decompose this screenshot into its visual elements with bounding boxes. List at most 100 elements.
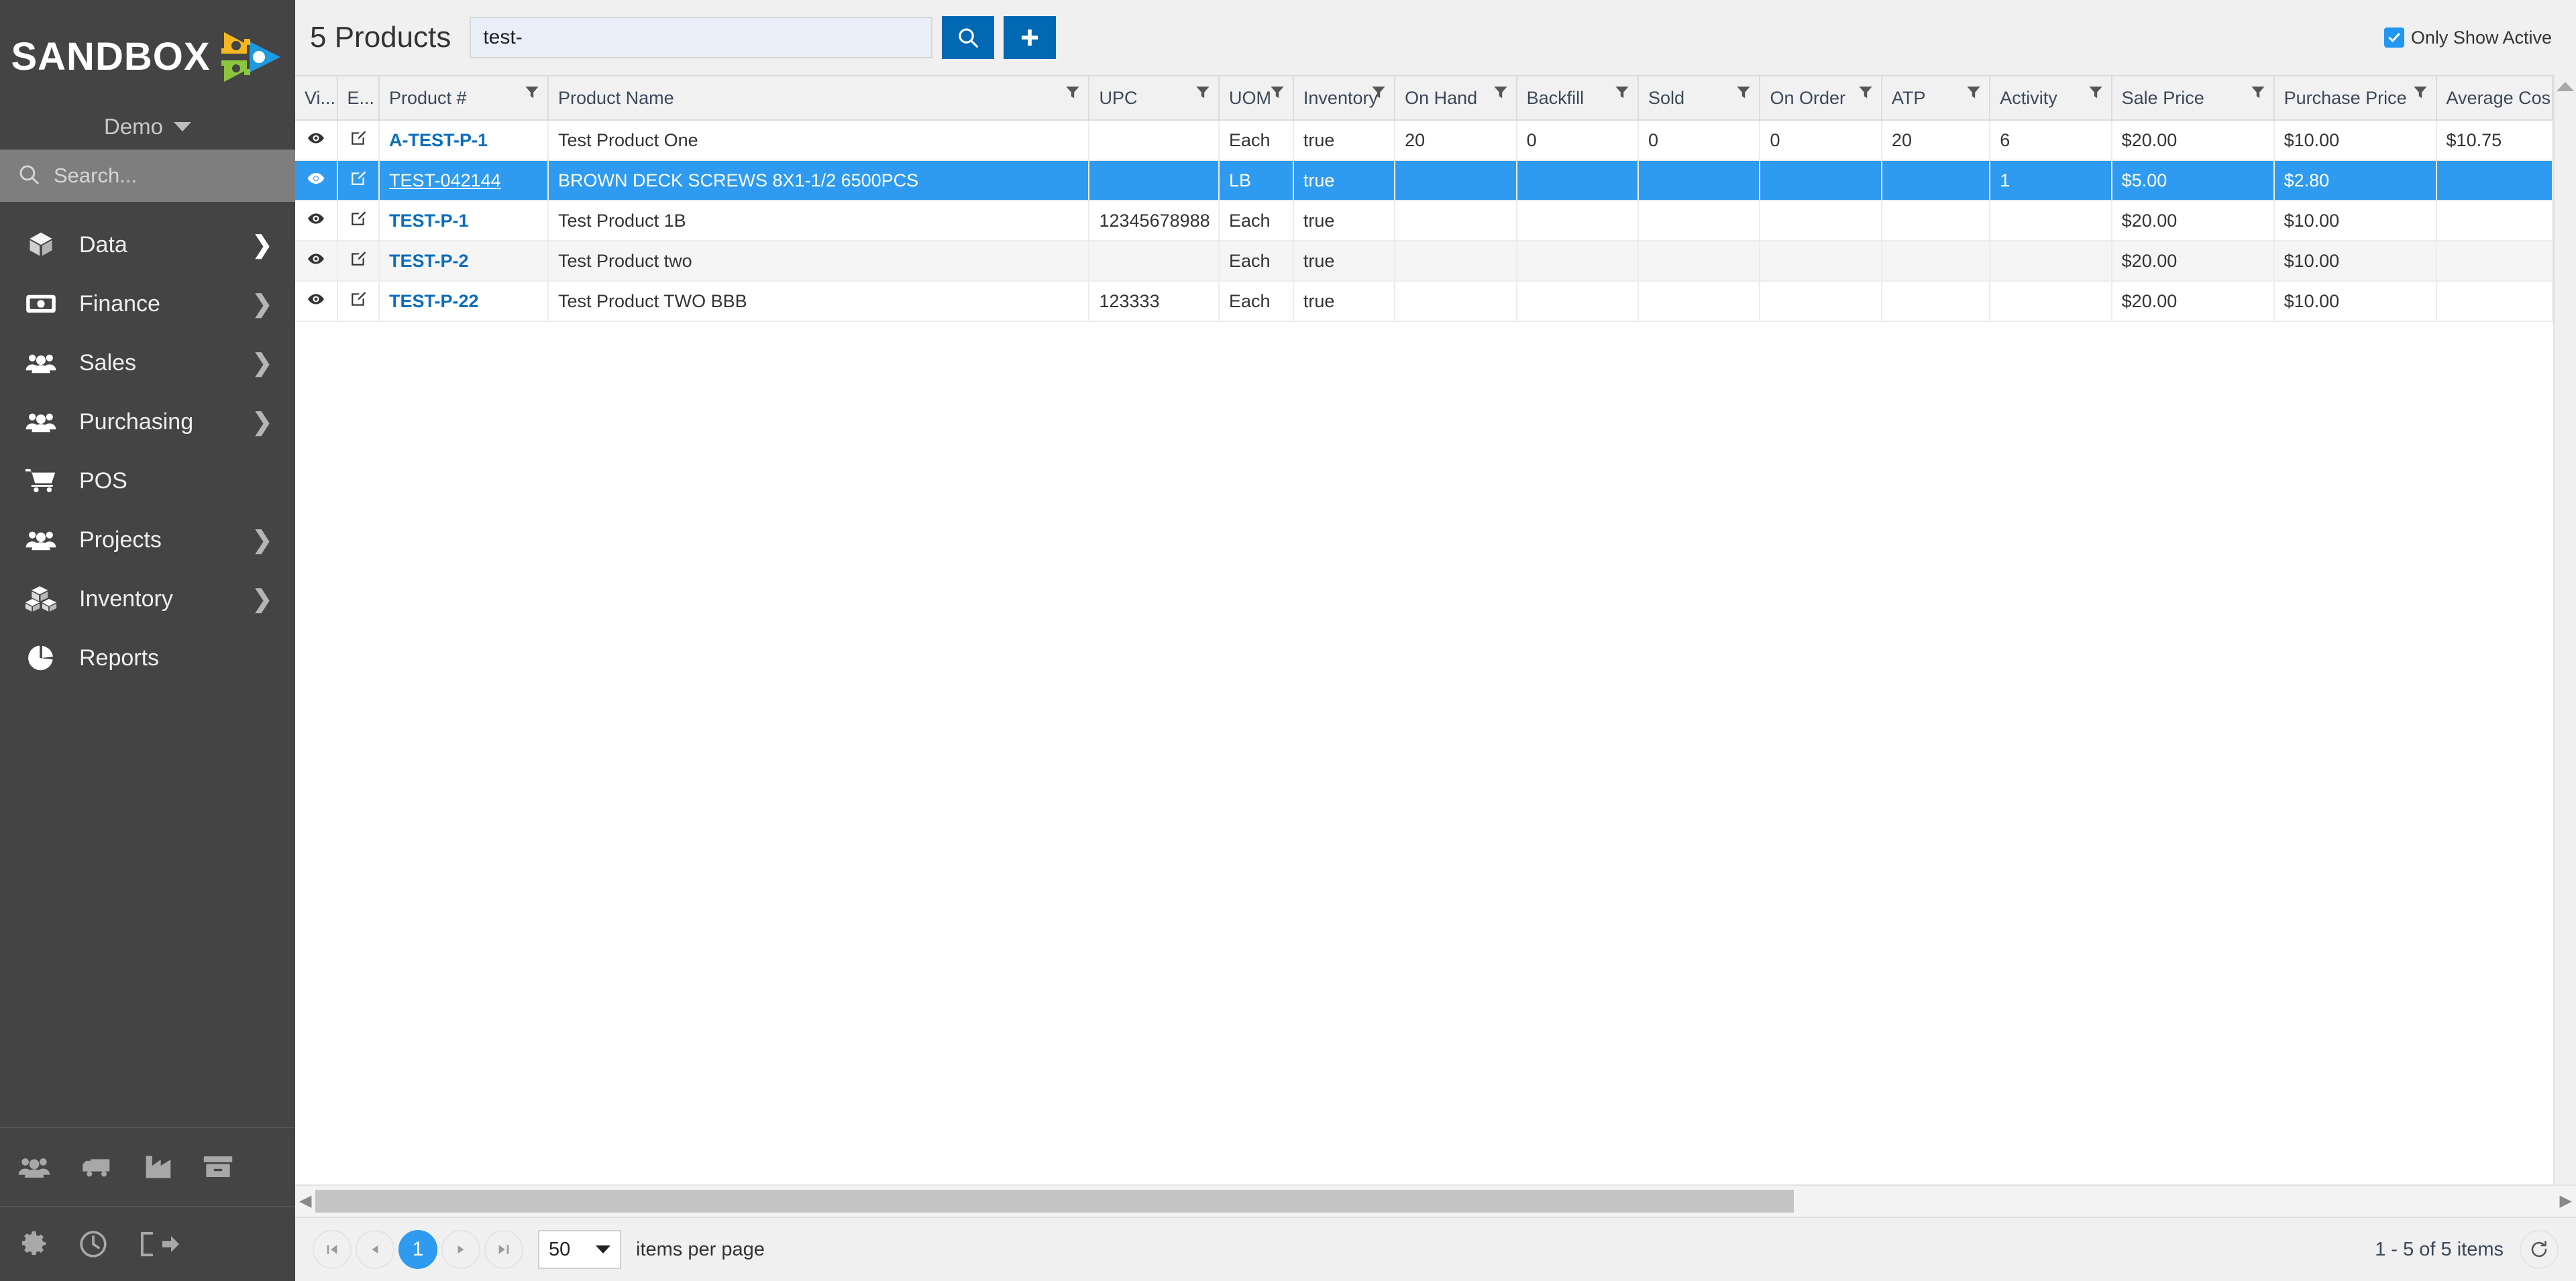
funnel-filter-icon[interactable] [1493,85,1508,100]
sidebar-search[interactable] [0,150,295,202]
factory-icon[interactable] [144,1154,173,1180]
sidebar-search-input[interactable] [54,164,278,188]
column-header-on_order[interactable]: On Order [1760,75,1882,121]
vertical-scrollbar[interactable] [2553,75,2576,1184]
view-cell[interactable] [295,281,338,322]
sidebar-item-sales[interactable]: Sales ❯ [0,333,295,392]
first-page-button[interactable] [313,1230,352,1269]
column-header-activity[interactable]: Activity [1990,75,2112,121]
view-cell[interactable] [295,120,338,161]
table-row[interactable]: A-TEST-P-1 Test Product One Each true 20 0 0 0 2… [295,120,2553,161]
pencil-edit-icon[interactable] [350,250,367,268]
scroll-left-arrow-icon[interactable]: ◀ [299,1193,311,1209]
gear-icon[interactable] [17,1229,48,1260]
archive-box-icon[interactable] [203,1154,233,1180]
sidebar-item-pos[interactable]: POS [0,451,295,510]
product-link[interactable]: TEST-P-2 [389,251,469,271]
funnel-filter-icon[interactable] [2251,85,2265,100]
eye-icon[interactable] [307,170,325,187]
column-header-product_no[interactable]: Product # [379,75,549,121]
page-size-select[interactable]: 50 [538,1230,621,1269]
sidebar-item-finance[interactable]: 1 Finance ❯ [0,274,295,333]
funnel-filter-icon[interactable] [1195,85,1210,100]
company-switcher[interactable]: Demo [0,104,295,150]
pencil-edit-icon[interactable] [350,129,367,147]
product-link[interactable]: A-TEST-P-1 [389,130,488,150]
horizontal-scroll-thumb[interactable] [315,1190,1794,1213]
funnel-filter-icon[interactable] [1371,85,1386,100]
funnel-filter-icon[interactable] [1966,85,1981,100]
prev-page-button[interactable] [356,1230,394,1269]
table-row[interactable]: TEST-P-2 Test Product two Each true $20.00 $1… [295,241,2553,282]
view-cell[interactable] [295,241,338,282]
column-header-atp[interactable]: ATP [1881,75,1991,121]
edit-cell[interactable] [337,120,380,161]
column-header-view[interactable]: Vi... [295,75,338,121]
column-header-upc[interactable]: UPC [1089,75,1220,121]
horizontal-scrollbar[interactable]: ◀ ▶ [295,1184,2576,1217]
app-logo[interactable]: SANDBOX [0,0,295,104]
horizontal-scroll-track[interactable] [315,1190,2556,1213]
funnel-filter-icon[interactable] [525,85,539,100]
funnel-filter-icon[interactable] [2088,85,2103,100]
edit-cell[interactable] [337,160,380,201]
grid-viewport: Vi... E... Product # Product Name UPC UOM Inve… [295,75,2553,1184]
funnel-filter-icon[interactable] [1858,85,1873,100]
pencil-edit-icon[interactable] [350,170,367,187]
cell-atp [1881,241,1991,282]
column-header-sold[interactable]: Sold [1638,75,1761,121]
column-header-backfill[interactable]: Backfill [1516,75,1640,121]
search-button[interactable] [942,16,995,59]
funnel-filter-icon[interactable] [1736,85,1751,100]
funnel-filter-icon[interactable] [1270,85,1285,100]
column-header-sale_price[interactable]: Sale Price [2111,75,2275,121]
table-row[interactable]: TEST-P-22 Test Product TWO BBB 123333 Each t… [295,281,2553,322]
eye-icon[interactable] [307,290,325,308]
eye-icon[interactable] [307,250,325,268]
sidebar-item-purchasing[interactable]: Purchasing ❯ [0,392,295,451]
only-show-active-toggle[interactable]: Only Show Active [2383,27,2552,48]
product-link[interactable]: TEST-P-22 [389,291,479,311]
product-link[interactable]: TEST-042144 [389,170,501,190]
refresh-button[interactable] [2520,1230,2559,1269]
sidebar-item-data[interactable]: Data ❯ [0,215,295,274]
edit-cell[interactable] [337,241,380,282]
column-header-on_hand[interactable]: On Hand [1395,75,1517,121]
column-header-edit[interactable]: E... [337,75,380,121]
funnel-filter-icon[interactable] [2413,85,2428,100]
edit-cell[interactable] [337,281,380,322]
add-product-button[interactable] [1004,16,1057,59]
sidebar-tools-primary [0,1127,295,1206]
funnel-filter-icon[interactable] [1615,85,1629,100]
product-link[interactable]: TEST-P-1 [389,211,469,231]
clock-icon[interactable] [78,1229,109,1260]
checkbox-checked-icon[interactable] [2383,27,2404,48]
people-icon[interactable] [17,1154,51,1180]
last-page-button[interactable] [484,1230,523,1269]
column-header-product_name[interactable]: Product Name [548,75,1090,121]
eye-icon[interactable] [307,210,325,227]
scroll-right-arrow-icon[interactable]: ▶ [2560,1193,2572,1209]
table-row[interactable]: TEST-042144 BROWN DECK SCREWS 8X1-1/2 650… [295,160,2553,201]
truck-icon[interactable] [80,1154,114,1180]
column-header-inventory[interactable]: Inventory [1293,75,1396,121]
table-row[interactable]: TEST-P-1 Test Product 1B 12345678988 Each tr… [295,201,2553,241]
search-input[interactable] [470,17,933,58]
column-header-average_cost[interactable]: Average Cos [2436,75,2553,121]
next-page-button[interactable] [441,1230,480,1269]
column-header-uom[interactable]: UOM [1219,75,1294,121]
page-number-button[interactable]: 1 [398,1230,437,1269]
funnel-filter-icon[interactable] [1065,85,1080,100]
eye-icon[interactable] [307,129,325,147]
logout-icon[interactable] [138,1229,180,1259]
view-cell[interactable] [295,201,338,241]
pencil-edit-icon[interactable] [350,210,367,227]
view-cell[interactable] [295,160,338,201]
column-header-purchase_price[interactable]: Purchase Price [2273,75,2437,121]
sidebar-item-inventory[interactable]: Inventory ❯ [0,569,295,628]
edit-cell[interactable] [337,201,380,241]
scroll-up-arrow-icon[interactable] [2557,82,2574,91]
sidebar-item-projects[interactable]: Projects ❯ [0,510,295,569]
sidebar-item-reports[interactable]: Reports [0,628,295,687]
pencil-edit-icon[interactable] [350,290,367,308]
